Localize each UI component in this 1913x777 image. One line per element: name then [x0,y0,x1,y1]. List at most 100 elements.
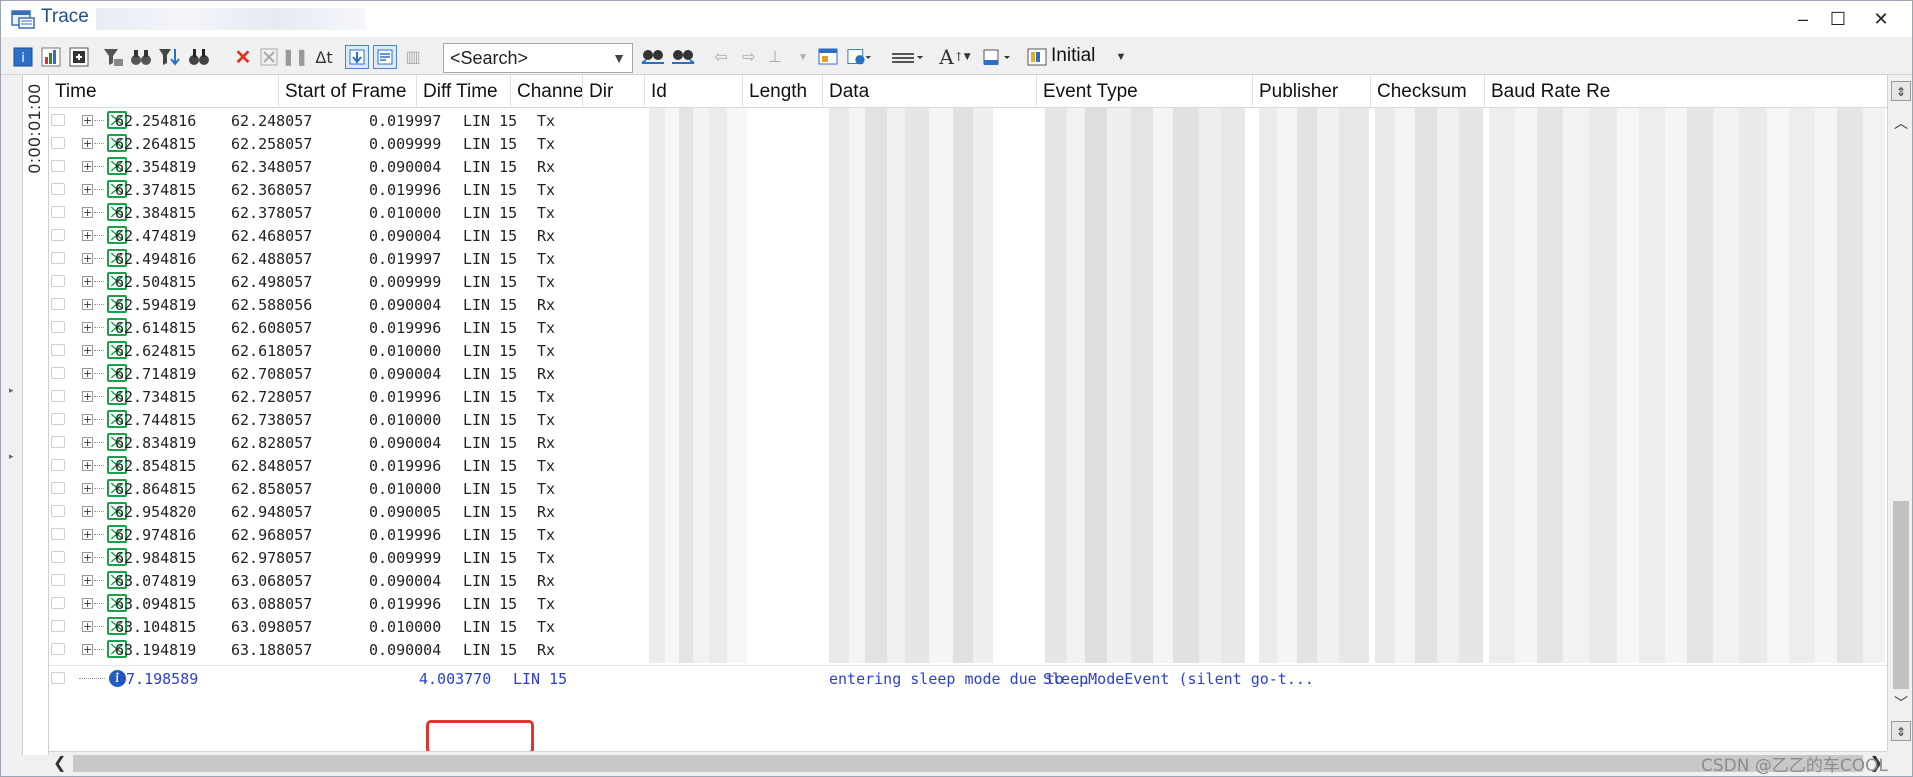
column-settings-icon[interactable]: ▥ [401,45,425,69]
search-backward-icon[interactable] [639,45,667,69]
expand-plus-icon[interactable]: + [82,322,93,333]
arrow-right-icon[interactable]: ⇨ [737,45,761,69]
expand-plus-icon[interactable]: + [82,345,93,356]
expand-plus-icon[interactable]: + [82,230,93,241]
expand-plus-icon[interactable]: + [82,138,93,149]
bookmark-icon[interactable] [51,298,65,310]
statistics-icon[interactable] [39,45,63,69]
column-header-start-of-frame[interactable]: Start of Frame [279,75,417,108]
column-header-dir[interactable]: Dir [583,75,645,108]
marker-dropdown-icon[interactable]: ▼ [791,45,815,69]
expand-plus-icon[interactable]: + [82,253,93,264]
expand-plus-icon[interactable]: + [82,575,93,586]
initial-filter-icon[interactable] [1025,45,1049,69]
bookmark-icon[interactable] [51,229,65,241]
column-header-diff-time[interactable]: Diff Time [417,75,511,108]
expand-plus-icon[interactable]: + [82,276,93,287]
sleep-event-row[interactable]: i 67.198589 4.003770 LIN 15 entering sle… [49,665,1887,691]
bookmark-icon[interactable] [51,367,65,379]
bookmark-icon[interactable] [51,528,65,540]
bookmark-icon[interactable] [51,459,65,471]
clear-icon[interactable]: ✕ [231,45,255,69]
bookmark-icon[interactable] [51,275,65,287]
chronological-mode-icon[interactable] [373,45,397,69]
expand-arrow-icon[interactable]: ▸ [9,385,14,396]
column-chooser-icon[interactable]: ⇕ [1891,81,1911,101]
expand-plus-icon[interactable]: + [82,621,93,632]
expand-plus-icon[interactable]: + [82,391,93,402]
vertical-scroll-thumb[interactable] [1893,501,1909,689]
search-input[interactable]: <Search> ▼ [443,43,633,73]
horizontal-scrollbar[interactable]: ❮ ❯ [49,751,1887,775]
trace-grid[interactable]: Time Start of Frame Diff Time Channel Di… [49,75,1887,751]
arrow-left-icon[interactable]: ⇦ [709,45,733,69]
expand-plus-icon[interactable]: + [82,115,93,126]
maximize-button[interactable]: ☐ [1816,5,1860,33]
delete-filter-icon[interactable] [257,45,281,69]
column-header-data[interactable]: Data [823,75,1037,108]
line-style-icon[interactable] [889,45,925,69]
bookmark-icon[interactable] [51,390,65,402]
expand-plus-icon[interactable]: + [82,184,93,195]
bookmark-icon[interactable] [51,160,65,172]
bookmark-icon[interactable] [51,344,65,356]
column-header-id[interactable]: Id [645,75,743,108]
vertical-scrollbar[interactable]: ⇕ ︿ ﹀ ⇕ [1887,75,1912,751]
scroll-end-icon[interactable]: ⇕ [1891,721,1911,741]
bookmark-icon[interactable] [51,620,65,632]
expand-plus-icon[interactable]: + [82,598,93,609]
autoscroll-icon[interactable] [345,45,369,69]
column-header-event-type[interactable]: Event Type [1037,75,1253,108]
expand-plus-icon[interactable]: + [82,552,93,563]
expand-plus-icon[interactable]: + [82,161,93,172]
column-header-channel[interactable]: Channel [511,75,583,108]
expand-plus-icon[interactable]: + [82,506,93,517]
close-button[interactable]: ✕ [1859,5,1903,33]
bookmark-icon[interactable] [51,252,65,264]
column-header-checksum[interactable]: Checksum [1371,75,1485,108]
pause-icon[interactable]: ❚❚ [282,45,309,69]
bookmark-icon[interactable] [51,413,65,425]
splitter-strip[interactable]: ▸ ▸ [1,75,23,755]
marker-icon[interactable]: ⊥ [763,45,787,69]
expand-plus-icon[interactable]: + [82,644,93,655]
search-forward-icon[interactable] [669,45,697,69]
expand-plus-icon[interactable]: + [82,299,93,310]
scroll-up-icon[interactable]: ︿ [1891,113,1911,133]
filter-preset-dropdown-icon[interactable]: ▼ [1109,45,1133,69]
bookmark-icon[interactable] [51,482,65,494]
bookmark-icon[interactable] [51,114,65,126]
color-settings-icon[interactable] [981,45,1017,69]
horizontal-scroll-thumb[interactable] [73,755,1863,772]
bookmark-icon[interactable] [51,183,65,195]
layout-options-icon[interactable] [847,45,871,69]
bookmark-icon[interactable] [51,643,65,655]
bookmark-icon[interactable] [51,137,65,149]
chevron-down-icon[interactable]: ▼ [612,44,626,72]
bookmark-icon[interactable] [51,505,65,517]
font-size-icon[interactable]: A ↑ ▼ [937,45,973,69]
column-header-baud-rate[interactable]: Baud Rate Re [1485,75,1887,108]
detail-view-icon[interactable]: i [11,45,35,69]
expand-plus-icon[interactable]: + [82,529,93,540]
delta-time-button[interactable]: Δt [309,45,339,69]
filter-preset-label[interactable]: Initial [1051,45,1095,67]
bookmark-icon[interactable] [51,321,65,333]
expand-plus-icon[interactable]: + [82,437,93,448]
bookmark-icon[interactable] [51,672,65,684]
binoculars-filter-icon[interactable] [129,45,153,69]
bookmark-icon[interactable] [51,597,65,609]
expand-plus-icon[interactable]: + [82,460,93,471]
expand-plus-icon[interactable]: + [82,414,93,425]
column-header-time[interactable]: Time [49,75,279,108]
expand-plus-icon[interactable]: + [82,207,93,218]
column-header-length[interactable]: Length [743,75,823,108]
scroll-left-icon[interactable]: ❮ [53,753,66,773]
scroll-down-icon[interactable]: ﹀ [1891,693,1911,713]
bookmark-icon[interactable] [51,436,65,448]
export-icon[interactable] [67,45,91,69]
expand-plus-icon[interactable]: + [82,368,93,379]
bookmark-icon[interactable] [51,551,65,563]
filter-edit-icon[interactable] [101,45,125,69]
sort-filter-icon[interactable] [157,45,181,69]
